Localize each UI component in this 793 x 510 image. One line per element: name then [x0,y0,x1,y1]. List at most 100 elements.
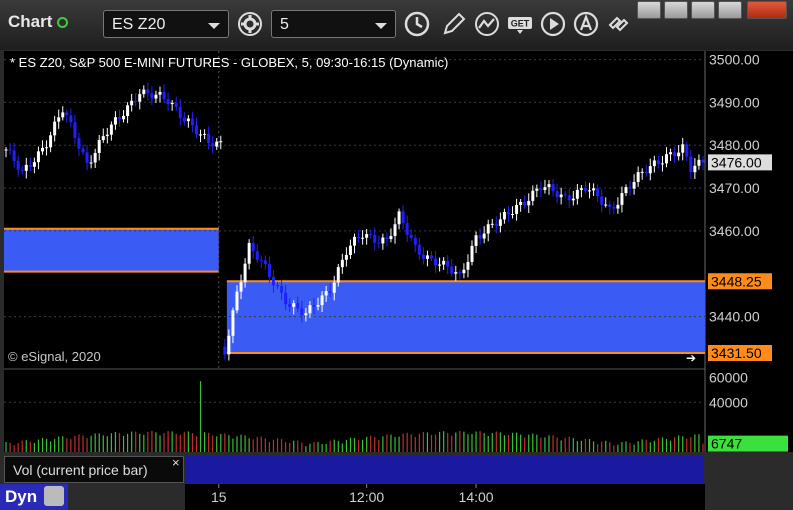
status-dot-icon [57,17,69,29]
candle-body [288,304,292,307]
candle-body [190,118,194,126]
candle-body [231,310,235,336]
candle-body [296,303,300,309]
window-button-icon[interactable] [718,1,742,19]
candle-body [332,282,336,293]
candle-body [531,190,535,201]
lock-icon[interactable] [44,486,64,506]
y-tick-label: 3500.00 [709,52,760,68]
candle-body [592,188,596,191]
candle-body [571,198,575,201]
candle-body [361,237,365,239]
candle-body [223,346,227,355]
candle-body [527,200,531,206]
candle-body [40,147,44,152]
candle-body [267,264,271,278]
candle-body [211,143,215,147]
candle-body [454,272,458,274]
candle-body [490,223,494,225]
candle-body [409,234,413,239]
candle-body [644,171,648,174]
symbol-input[interactable]: ES Z20 [103,10,229,38]
restore-icon[interactable] [637,1,661,19]
candle-body [494,223,498,226]
interval-input[interactable]: 5 [271,10,396,38]
candle-body [608,204,612,207]
candle-body [369,234,373,236]
candle-body [632,181,636,189]
pencil-icon[interactable] [440,10,468,38]
candle-body [146,89,150,94]
get-icon[interactable]: GET [506,10,534,38]
volume-study-label[interactable]: Vol (current price bar) [4,456,184,483]
candle-body [583,188,587,191]
app-logo[interactable]: Chart [8,12,69,32]
candle-body [320,295,324,306]
gear-icon[interactable] [236,10,264,38]
candle-body [276,285,280,287]
candle-body [8,149,12,151]
candle-body [620,193,624,205]
candle-body [186,118,190,122]
y-tick-label: 3490.00 [709,94,760,110]
maximize-icon[interactable] [691,1,715,19]
candle-body [101,136,105,141]
candle-body [280,285,284,293]
candle-body [199,134,203,136]
candle-body [636,172,640,182]
candle-body [73,122,77,138]
arrow-right-icon: ➔ [686,351,696,365]
candle-body [227,335,231,355]
candle-body [263,260,267,265]
minimize-icon[interactable] [664,1,688,19]
candle-body [28,164,32,167]
candle-body [215,141,219,147]
candle-body [397,211,401,225]
study-icon[interactable] [473,10,501,38]
volume-tick-label: 40000 [709,394,748,410]
y-tick-label: 3470.00 [709,180,760,196]
candle-body [304,313,308,316]
candle-body [142,89,146,95]
candle-body [284,292,288,305]
candle-body [660,163,664,165]
candle-body [385,237,389,240]
candle-body [292,303,296,307]
candle-body [462,269,466,274]
candle-body [365,234,369,238]
chart-area[interactable]: ➔ 3500.00 3490.00 3480.00 3470.00 3460.00 3440… [0,50,793,510]
candle-body [628,187,632,189]
candle-body [600,196,604,205]
clock-icon[interactable] [403,10,431,38]
candle-body [81,148,85,153]
price-chart[interactable]: ➔ 3500.00 3490.00 3480.00 3470.00 3460.00 3440… [0,50,793,510]
candle-body [401,211,405,224]
candle-body [567,195,571,201]
candle-body [681,144,685,153]
candle-body [57,117,61,122]
candle-body [689,156,693,173]
candle-body [328,291,332,293]
candle-body [579,188,583,190]
candle-body [665,154,669,164]
alert-icon[interactable] [572,10,600,38]
candle-body [547,184,551,188]
chevron-down-icon[interactable] [208,23,220,29]
chevron-down-icon[interactable] [375,23,387,29]
play-icon[interactable] [539,10,567,38]
svg-text:GET: GET [511,19,530,29]
candle-body [438,264,442,266]
candle-body [450,266,454,274]
candle-body [166,99,170,105]
candle-body [235,291,239,311]
candle-body [693,165,697,173]
link-icon[interactable] [604,10,632,38]
candle-body [389,236,393,240]
candle-body [53,121,57,136]
candle-body [344,254,348,260]
close-study-icon[interactable]: × [172,455,180,470]
candle-body [511,213,515,215]
close-icon[interactable] [747,1,787,19]
candle-body [478,235,482,239]
x-tick-label: 12:00 [349,489,384,505]
